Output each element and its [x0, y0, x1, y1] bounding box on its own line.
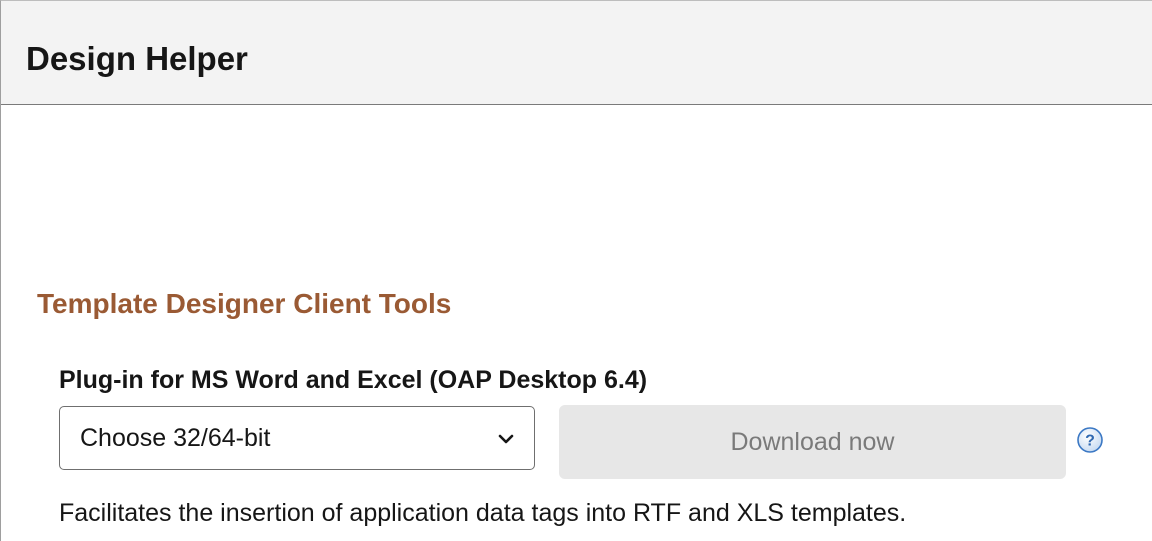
plugin-label: Plug-in for MS Word and Excel (OAP Deskt…: [59, 366, 648, 394]
chevron-down-icon: [498, 434, 514, 444]
help-icon[interactable]: ?: [1076, 426, 1104, 454]
page-header: Design Helper: [1, 1, 1152, 105]
bitness-select[interactable]: Choose 32/64-bit: [59, 406, 535, 470]
bitness-select-value: Choose 32/64-bit: [80, 424, 271, 452]
plugin-description: Facilitates the insertion of application…: [59, 499, 907, 527]
download-now-button[interactable]: Download now: [559, 405, 1066, 479]
section-title: Template Designer Client Tools: [37, 288, 452, 319]
design-helper-panel: Design Helper Template Designer Client T…: [0, 0, 1152, 541]
help-icon-glyph: ?: [1085, 433, 1095, 450]
page-title: Design Helper: [26, 40, 248, 77]
